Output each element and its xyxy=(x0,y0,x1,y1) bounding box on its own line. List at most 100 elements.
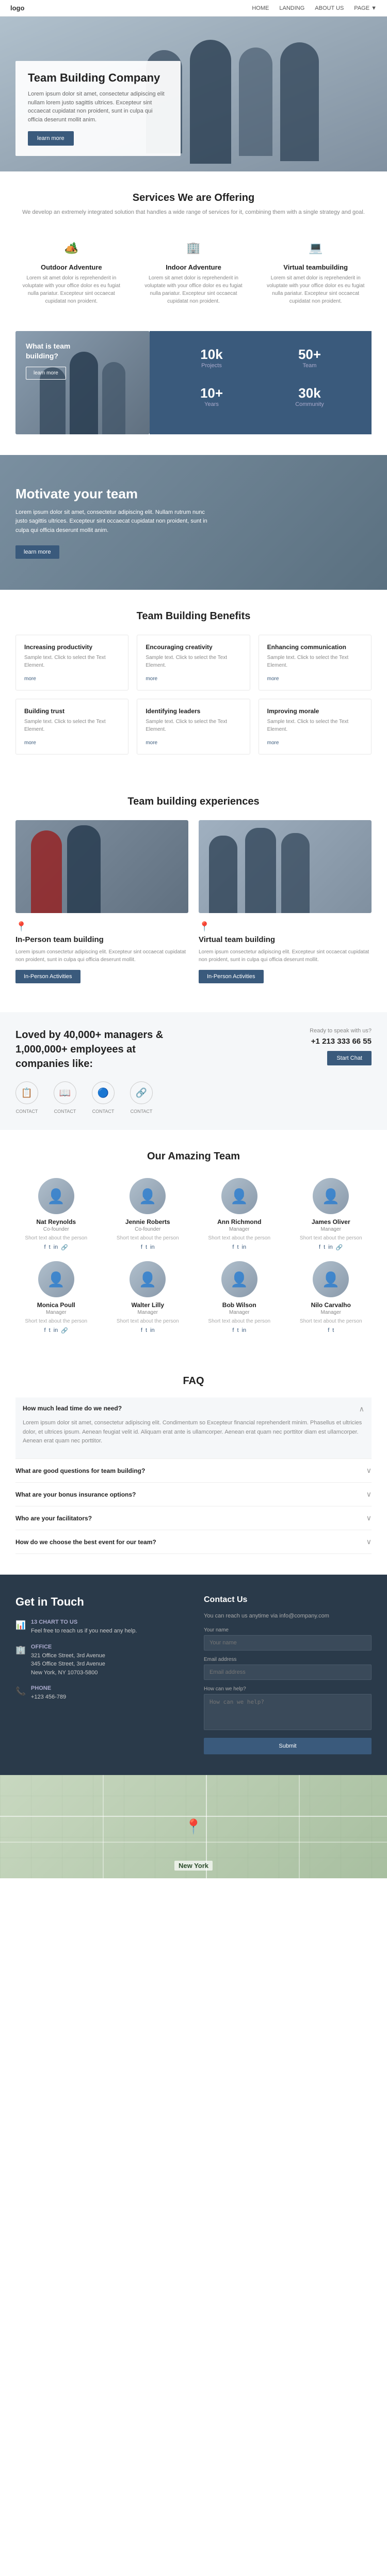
benefit-creativity-link[interactable]: more xyxy=(146,676,157,682)
faq-item-0[interactable]: How much lead time do we need? ∧ Lorem i… xyxy=(15,1397,372,1459)
social-tw-2[interactable]: t xyxy=(237,1244,238,1250)
team-name-3: James Oliver xyxy=(291,1218,372,1226)
social-tw-3[interactable]: t xyxy=(324,1244,325,1251)
team-name-2: Ann Richmond xyxy=(199,1218,280,1226)
social-in-2[interactable]: in xyxy=(242,1244,247,1250)
stat-projects: 10k Projects xyxy=(165,347,258,380)
exp-virtual-img xyxy=(199,820,372,913)
team-avatar-6: 👤 xyxy=(221,1261,257,1297)
team-name-4: Monica Poull xyxy=(15,1301,97,1309)
social-in-3[interactable]: in xyxy=(328,1244,333,1251)
faq-chevron-2: ∨ xyxy=(366,1490,372,1499)
social-in-4[interactable]: in xyxy=(54,1327,58,1334)
indoor-icon: 🏢 xyxy=(183,238,204,258)
faq-q-3: Who are your facilitators? xyxy=(15,1515,92,1522)
social-tw-0[interactable]: t xyxy=(49,1244,51,1251)
benefit-communication-link[interactable]: more xyxy=(267,676,279,682)
social-fb-3[interactable]: f xyxy=(319,1244,320,1251)
stats-learn-more-button[interactable]: learn more xyxy=(26,367,66,380)
social-fb-6[interactable]: f xyxy=(232,1327,234,1333)
team-socials-1: f t in xyxy=(107,1244,189,1250)
benefit-morale-link[interactable]: more xyxy=(267,740,279,746)
benefit-creativity-title: Encouraging creativity xyxy=(146,643,241,651)
form-email-input[interactable] xyxy=(204,1664,372,1680)
stat-team-label: Team xyxy=(263,363,356,369)
social-tw-5[interactable]: t xyxy=(146,1327,147,1333)
map-section: 📍 New York xyxy=(0,1775,387,1878)
loved-section: Loved by 40,000+ managers & 1,000,000+ e… xyxy=(0,1012,387,1130)
loved-left: Loved by 40,000+ managers & 1,000,000+ e… xyxy=(15,1028,170,1114)
motivate-section: Motivate your team Lorem ipsum dolor sit… xyxy=(0,455,387,590)
form-name-input[interactable] xyxy=(204,1635,372,1651)
benefit-productivity-link[interactable]: more xyxy=(24,676,36,682)
loved-text: Loved by 40,000+ managers & 1,000,000+ e… xyxy=(15,1028,170,1071)
nav-links: HOME LANDING ABOUT US PAGE ▼ xyxy=(252,5,377,11)
faq-item-1[interactable]: What are good questions for team buildin… xyxy=(15,1459,372,1483)
social-fb-4[interactable]: f xyxy=(44,1327,46,1334)
motivate-description: Lorem ipsum dolor sit amet, consectetur … xyxy=(15,508,212,536)
social-tw-4[interactable]: t xyxy=(49,1327,51,1334)
benefit-leaders-link[interactable]: more xyxy=(146,740,157,746)
social-in-6[interactable]: in xyxy=(242,1327,247,1333)
exp-inperson-button[interactable]: In-Person Activities xyxy=(15,970,80,983)
team-socials-7: f t xyxy=(291,1327,372,1333)
faq-item-3[interactable]: Who are your facilitators? ∨ xyxy=(15,1506,372,1530)
social-fb-5[interactable]: f xyxy=(141,1327,142,1333)
experiences-section: Team building experiences 📍 In-Person te… xyxy=(0,775,387,1012)
team-member-4: 👤 Monica Poull Manager Short text about … xyxy=(15,1261,97,1334)
team-member-1: 👤 Jennie Roberts Co-founder Short text a… xyxy=(107,1178,189,1251)
stat-years-label: Years xyxy=(165,401,258,407)
team-desc-6: Short text about the person xyxy=(199,1318,280,1324)
motivate-button[interactable]: learn more xyxy=(15,545,59,559)
benefit-leaders: Identifying leaders Sample text. Click t… xyxy=(137,699,250,755)
exp-virtual-button[interactable]: In-Person Activities xyxy=(199,970,264,983)
nav-home[interactable]: HOME xyxy=(252,5,269,11)
form-email-label: Email address xyxy=(204,1657,372,1662)
social-link-3[interactable]: 🔗 xyxy=(336,1244,343,1251)
team-desc-5: Short text about the person xyxy=(107,1318,189,1324)
team-member-3: 👤 James Oliver Manager Short text about … xyxy=(291,1178,372,1251)
social-fb-1[interactable]: f xyxy=(141,1244,142,1250)
benefit-trust-link[interactable]: more xyxy=(24,740,36,746)
chart-label: 13 CHART TO US xyxy=(31,1619,137,1625)
map-label: New York xyxy=(174,1861,213,1871)
social-in-5[interactable]: in xyxy=(150,1327,155,1333)
stats-image: What is team building? learn more xyxy=(15,331,150,434)
social-in-0[interactable]: in xyxy=(54,1244,58,1251)
exp-inperson-desc: Lorem ipsum consectetur adipiscing elit.… xyxy=(15,948,188,964)
nav-page[interactable]: PAGE ▼ xyxy=(354,5,377,11)
team-desc-4: Short text about the person xyxy=(15,1318,97,1324)
team-member-7: 👤 Nilo Carvalho Manager Short text about… xyxy=(291,1261,372,1334)
experiences-title: Team building experiences xyxy=(15,796,372,808)
team-socials-2: f t in xyxy=(199,1244,280,1250)
service-outdoor-title: Outdoor Adventure xyxy=(21,263,122,271)
social-tw-7[interactable]: t xyxy=(332,1327,334,1333)
form-message-input[interactable] xyxy=(204,1694,372,1730)
nav-about[interactable]: ABOUT US xyxy=(315,5,344,11)
team-avatar-1: 👤 xyxy=(130,1178,166,1214)
exp-inperson: 📍 In-Person team building Lorem ipsum co… xyxy=(15,820,188,992)
social-in-1[interactable]: in xyxy=(150,1244,155,1250)
loved-chat-button[interactable]: Start Chat xyxy=(327,1051,372,1065)
services-grid: 🏕️ Outdoor Adventure Lorem sit amet dolo… xyxy=(15,232,372,310)
social-fb-0[interactable]: f xyxy=(44,1244,46,1251)
social-link-0[interactable]: 🔗 xyxy=(61,1244,68,1251)
hero-section: Team Building Company Lorem ipsum dolor … xyxy=(0,17,387,171)
stat-years: 10+ Years xyxy=(165,385,258,419)
faq-item-4[interactable]: How do we choose the best event for our … xyxy=(15,1530,372,1554)
faq-item-2[interactable]: What are your bonus insurance options? ∨ xyxy=(15,1483,372,1506)
social-tw-1[interactable]: t xyxy=(146,1244,147,1250)
social-fb-7[interactable]: f xyxy=(328,1327,329,1333)
team-avatar-3: 👤 xyxy=(313,1178,349,1214)
hero-title: Team Building Company xyxy=(28,71,168,85)
contact-reach: You can reach us anytime via info@compan… xyxy=(204,1613,372,1619)
form-submit-button[interactable]: Submit xyxy=(204,1738,372,1754)
phone-label: PHONE xyxy=(31,1685,66,1691)
social-link-4[interactable]: 🔗 xyxy=(61,1327,68,1334)
social-tw-6[interactable]: t xyxy=(237,1327,238,1333)
nav-landing[interactable]: LANDING xyxy=(279,5,304,11)
contact-left: Get in Touch 📊 13 CHART TO US Feel free … xyxy=(15,1595,183,1754)
hero-learn-more-button[interactable]: learn more xyxy=(28,131,74,146)
contact-right-title: Contact Us xyxy=(204,1595,372,1605)
social-fb-2[interactable]: f xyxy=(232,1244,234,1250)
